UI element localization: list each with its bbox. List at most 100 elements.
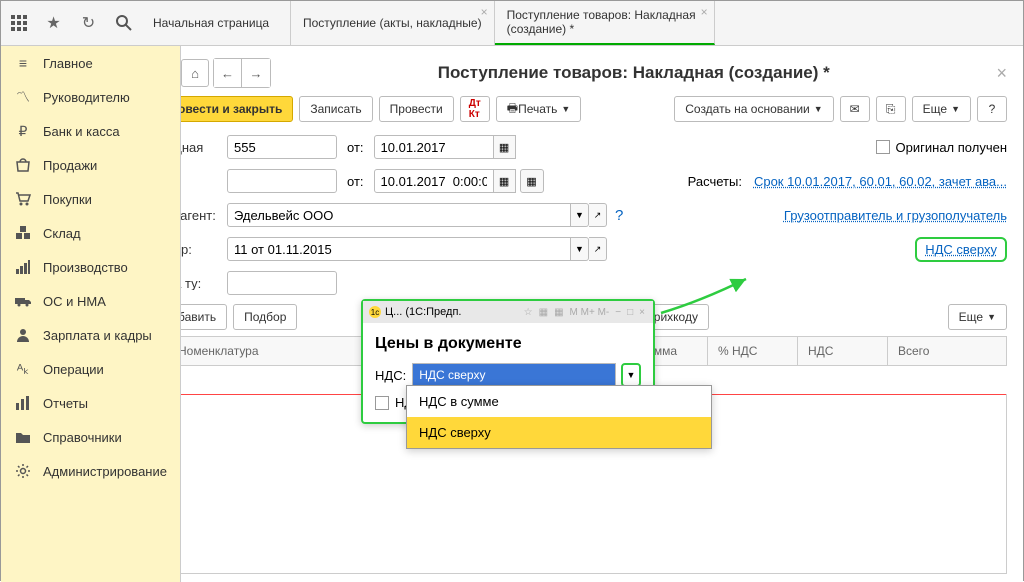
tab-label: Начальная страница [153,16,269,30]
m-icon[interactable]: M M+ M- [568,307,612,318]
cal-icon[interactable]: ▦ [537,307,550,318]
dt-kt-button[interactable]: ДтКт [460,96,490,122]
person-icon [13,327,33,343]
post-button[interactable]: Провести [379,96,454,122]
close-icon[interactable]: × [481,5,488,19]
number-input[interactable] [227,135,337,159]
sidebar-item-assets[interactable]: ОС и НМА [1,284,180,318]
tab-start[interactable]: Начальная страница [141,1,291,45]
sidebar-label: Операции [43,362,104,377]
popup-titlebar[interactable]: 1c Ц... (1С:Предп. ☆ ▦ ▦ M M+ M- − □ × [363,301,653,323]
date-input[interactable] [374,135,494,159]
dd-option-on-top[interactable]: НДС сверху [407,417,711,448]
more-button[interactable]: Еще▼ [912,96,971,122]
dropdown-icon[interactable]: ▼ [571,203,589,227]
cart-icon [13,191,33,207]
calendar2-icon[interactable]: ▦ [520,169,544,193]
sidebar-label: ОС и НМА [43,294,106,309]
close-icon[interactable]: × [637,307,647,318]
tab-label: Поступление товаров: Накладная (создание… [507,8,702,36]
sidebar-item-main[interactable]: ≡Главное [1,46,180,80]
col-vat-pct: % НДС [708,337,798,365]
close-icon[interactable]: × [701,5,708,19]
counterparty-input[interactable] [227,203,571,227]
vat-select[interactable]: НДС сверху [412,363,616,387]
home-button[interactable]: ⌂ [181,59,209,87]
sidebar-item-manager[interactable]: 〽 Руководителю [1,80,180,114]
number2-input[interactable] [227,169,337,193]
more-button2[interactable]: Еще▼ [948,304,1007,330]
sidebar-label: Руководителю [43,90,130,105]
select-button[interactable]: Подбор [233,304,297,330]
menu-icon: ≡ [13,55,33,71]
top-icons: ★ ↻ [1,1,141,45]
minimize-icon[interactable]: − [613,307,623,318]
sidebar-item-refs[interactable]: Справочники [1,420,180,454]
calendar-icon[interactable]: ▦ [494,169,516,193]
sidebar-item-admin[interactable]: Администрирование [1,454,180,488]
sidebar-item-production[interactable]: Производство [1,250,180,284]
history-icon[interactable]: ↻ [71,1,106,45]
vat-link[interactable]: НДС сверху [915,237,1007,262]
create-based-button[interactable]: Создать на основании▼ [674,96,833,122]
sidebar-item-reports[interactable]: Отчеты [1,386,180,420]
sidebar-label: Производство [43,260,128,275]
tab-invoice[interactable]: Поступление товаров: Накладная (создание… [495,1,715,45]
sidebar-item-salary[interactable]: Зарплата и кадры [1,318,180,352]
sidebar-label: Справочники [43,430,122,445]
dropdown-icon[interactable]: ▼ [571,237,589,261]
vat-dropdown-button[interactable]: ▼ [621,363,641,387]
forward-button[interactable]: → [242,59,270,87]
dd-option-in-sum[interactable]: НДС в сумме [407,386,711,417]
calendar-icon[interactable]: ▦ [494,135,516,159]
contract-label: вор: [181,242,227,257]
vat-field-label: НДС: [375,368,406,383]
close-icon[interactable]: × [996,63,1007,84]
help-button[interactable]: ? [977,96,1007,122]
apps-icon[interactable] [1,1,36,45]
attach-button[interactable]: ⎘ [876,96,906,122]
truck-icon [13,293,33,309]
datetime-input[interactable] [374,169,494,193]
maximize-icon[interactable]: □ [625,307,635,318]
fav-icon[interactable]: ☆ [522,307,535,318]
ruble-icon: ₽ [13,123,33,139]
vat-value: НДС сверху [413,364,615,386]
sender-link[interactable]: Грузоотправитель и грузополучатель [784,208,1007,223]
tab-incoming[interactable]: Поступление (акты, накладные)× [291,1,495,45]
sidebar-item-operations[interactable]: ᴬₖОперации [1,352,180,386]
original-label: Оригинал получен [896,140,1007,155]
invoice-to-input[interactable] [227,271,337,295]
search-icon[interactable] [106,1,141,45]
more-label: Еще [923,102,947,116]
open-icon[interactable]: ↗ [589,237,607,261]
col-total: Всего [888,337,1006,365]
sidebar-item-sales[interactable]: Продажи [1,148,180,182]
post-close-button[interactable]: овести и закрыть [181,96,293,122]
sidebar-label: Склад [43,226,81,241]
vat-checkbox[interactable] [375,396,389,410]
sidebar-item-warehouse[interactable]: Склад [1,216,180,250]
chart-icon: 〽 [13,89,33,105]
write-button[interactable]: Записать [299,96,372,122]
sidebar-label: Банк и касса [43,124,120,139]
open-icon[interactable]: ↗ [589,203,607,227]
back-button[interactable]: ← [214,59,242,87]
sidebar-item-bank[interactable]: ₽ Банк и касса [1,114,180,148]
sidebar-label: Покупки [43,192,92,207]
original-checkbox[interactable] [876,140,890,154]
folder-icon [13,429,33,445]
sidebar-item-purchases[interactable]: Покупки [1,182,180,216]
star-icon[interactable]: ★ [36,1,71,45]
settlements-link[interactable]: Срок 10.01.2017, 60.01, 60.02, зачет ава… [754,174,1007,189]
help-icon[interactable]: ? [615,207,623,224]
mail-button[interactable]: ✉ [840,96,870,122]
calc-icon[interactable]: ▦ [552,307,565,318]
bars-icon [13,395,33,411]
invoice-label: адная [181,140,227,155]
print-button[interactable]: 🖶 Печать▼ [496,96,582,122]
contract-input[interactable] [227,237,571,261]
tab-label: Поступление (акты, накладные) [303,16,482,30]
settlements-label: Расчеты: [688,174,742,189]
add-button[interactable]: бавить [181,304,227,330]
